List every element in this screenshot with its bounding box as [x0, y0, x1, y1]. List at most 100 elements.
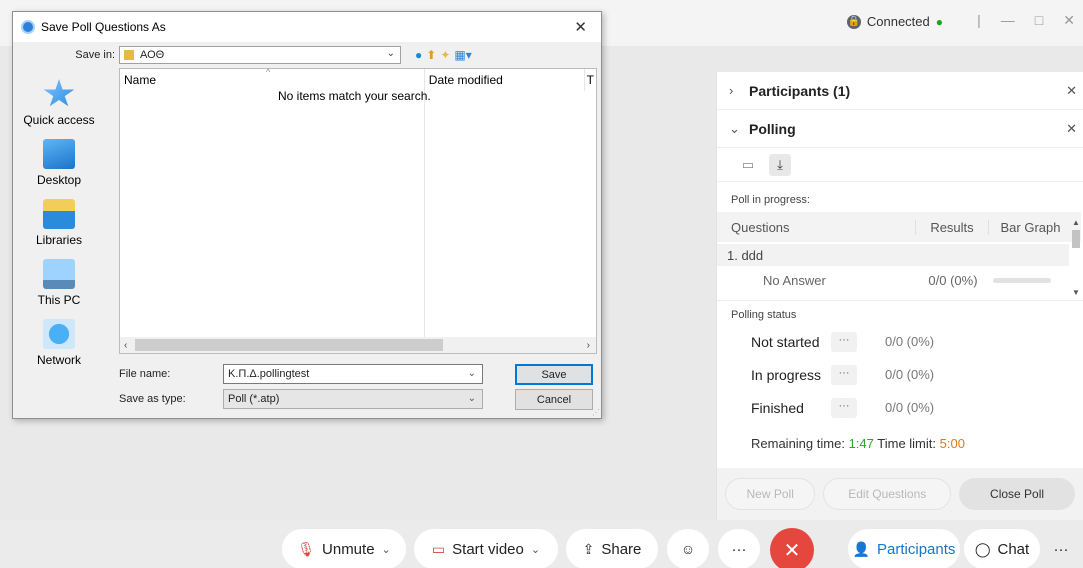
save-as-type-row: Save as type: Poll (*.atp) ⌄ [119, 389, 483, 409]
chevron-down-icon[interactable]: ⌄ [531, 543, 540, 556]
chevron-down-icon[interactable]: ⌄ [382, 543, 391, 556]
unmute-button[interactable]: 🎙 Unmute ⌄ [282, 529, 406, 568]
smiley-icon: ☺ [680, 541, 696, 557]
participants-title: Participants (1) [749, 82, 851, 99]
scroll-thumb[interactable] [1072, 230, 1080, 248]
chat-label: Chat [997, 540, 1030, 558]
status-value: 0/0 (0%) [885, 367, 935, 382]
file-list-header: Name Date modified T ^ [120, 67, 596, 339]
end-meeting-button[interactable]: ✕ [770, 528, 814, 568]
connected-dot: ● [935, 14, 943, 29]
status-name: Not started [751, 333, 820, 350]
bar-graph-column-header: Bar Graph [988, 219, 1072, 235]
restore-button[interactable]: □ [1035, 12, 1043, 29]
share-label: Share [601, 540, 642, 558]
horizontal-scrollbar[interactable]: ‹ › [120, 337, 596, 353]
save-in-row: Save in: ΑΟΘ ⌄ ● ⬆ ✦ ▦▾ [13, 42, 601, 68]
edit-questions-button[interactable]: Edit Questions [823, 478, 952, 510]
muted-mic-icon: 🎙 [297, 540, 316, 557]
status-value: 0/0 (0%) [885, 400, 935, 415]
place-label: Network [36, 353, 81, 367]
empty-message: No items match your search. [278, 89, 431, 103]
video-off-icon: ▭ [431, 540, 446, 557]
vertical-scrollbar[interactable]: ▲ ▼ [1071, 218, 1081, 300]
place-this-pc[interactable]: This PC [13, 259, 105, 307]
time-limit-label: Time limit: [877, 436, 937, 451]
place-quick-access[interactable]: Quick access [13, 79, 105, 127]
save-icon[interactable]: ⤓ [769, 153, 791, 176]
answer-bar [993, 277, 1051, 283]
more-panels-button[interactable]: ··· [1044, 529, 1078, 568]
more-button[interactable]: ··· [831, 364, 857, 385]
nav-toolbar: ● ⬆ ✦ ▦▾ [415, 48, 472, 62]
resize-grip-icon[interactable]: ⋰ [592, 408, 600, 417]
back-icon[interactable]: ● [415, 48, 422, 62]
dialog-close-button[interactable]: ✕ [574, 18, 587, 36]
close-icon[interactable]: ✕ [1066, 83, 1077, 99]
place-libraries[interactable]: Libraries [13, 199, 105, 247]
minimize-button[interactable]: — [1001, 12, 1015, 29]
start-video-label: Start video [452, 540, 524, 558]
save-dialog: Save Poll Questions As ✕ Save in: ΑΟΘ ⌄ … [12, 11, 602, 419]
view-menu-icon[interactable]: ▦▾ [454, 48, 471, 62]
open-folder-icon[interactable]: ▭ [737, 154, 759, 176]
polling-status: Polling status Not started ··· 0/0 (0%) … [717, 300, 1083, 451]
close-poll-button[interactable]: Close Poll [959, 478, 1075, 510]
time-limit-value: 5:00 [939, 436, 965, 451]
reactions-button[interactable]: ☺ [667, 529, 709, 568]
scroll-up-icon[interactable]: ▲ [1071, 218, 1081, 228]
participants-section-header[interactable]: › Participants (1) ✕ [717, 72, 1083, 110]
name-column-header[interactable]: Name [120, 69, 424, 91]
desktop-icon [43, 139, 75, 169]
up-folder-icon[interactable]: ⬆ [426, 48, 436, 62]
place-desktop[interactable]: Desktop [13, 139, 105, 187]
save-button[interactable]: Save [515, 364, 593, 385]
window-controls: | — □ ✕ [977, 12, 1075, 29]
start-video-button[interactable]: ▭ Start video ⌄ [414, 529, 558, 568]
questions-table: Questions Results Bar Graph 1. ddd No An… [717, 212, 1081, 294]
chevron-down-icon[interactable]: ⌄ [468, 368, 476, 379]
file-name-value: Κ.Π.Δ.pollingtest [228, 368, 310, 380]
participants-label: Participants [877, 540, 956, 558]
more-button[interactable]: ··· [831, 397, 857, 418]
poll-in-progress-label: Poll in progress: [731, 194, 810, 206]
share-button[interactable]: ⇪ Share [566, 529, 658, 568]
more-options-button[interactable]: ··· [718, 529, 760, 568]
star-icon [43, 79, 75, 107]
date-column-header[interactable]: Date modified [423, 69, 584, 339]
cancel-button[interactable]: Cancel [515, 389, 593, 410]
more-button[interactable]: ··· [831, 331, 857, 352]
save-as-type-dropdown[interactable]: Poll (*.atp) ⌄ [223, 389, 483, 409]
results-column-header: Results [915, 219, 988, 235]
side-panel: › Participants (1) ✕ ⌄ Polling ✕ ▭ ⤓ Pol… [716, 72, 1083, 520]
questions-column-header: Questions [731, 219, 790, 235]
polling-section-header[interactable]: ⌄ Polling ✕ [717, 110, 1083, 148]
close-window-button[interactable]: ✕ [1063, 12, 1075, 29]
file-list[interactable]: Name Date modified T ^ No items match yo… [119, 67, 597, 354]
new-poll-button[interactable]: New Poll [725, 478, 816, 510]
place-network[interactable]: Network [13, 319, 105, 367]
save-in-label: Save in: [75, 49, 115, 61]
chat-button[interactable]: ◯ Chat [964, 529, 1040, 568]
scroll-thumb[interactable] [135, 339, 444, 351]
close-icon[interactable]: ✕ [1066, 121, 1077, 137]
scroll-right-icon[interactable]: › [587, 340, 596, 351]
status-value: 0/0 (0%) [885, 334, 935, 349]
remaining-value: 1:47 [848, 436, 874, 451]
table-header: Questions Results Bar Graph [717, 212, 1081, 242]
new-folder-icon[interactable]: ✦ [440, 48, 450, 62]
file-name-input[interactable]: Κ.Π.Δ.pollingtest ⌄ [223, 364, 483, 384]
scroll-left-icon[interactable]: ‹ [120, 340, 127, 351]
question-row[interactable]: 1. ddd [717, 244, 1069, 266]
participants-button[interactable]: 👤 Participants [848, 529, 960, 568]
answer-label: No Answer [763, 272, 826, 288]
places-bar: Quick access Desktop Libraries This PC N… [13, 79, 117, 379]
type-column-header[interactable]: T [583, 69, 596, 91]
chevron-right-icon: › [729, 83, 734, 98]
network-icon [43, 319, 75, 349]
scroll-down-icon[interactable]: ▼ [1071, 288, 1081, 298]
dialog-title-bar[interactable]: Save Poll Questions As ✕ [13, 12, 601, 42]
chevron-down-icon: ⌄ [467, 393, 476, 404]
connection-label: Connected [866, 14, 930, 29]
save-in-dropdown[interactable]: ΑΟΘ ⌄ [119, 46, 401, 64]
